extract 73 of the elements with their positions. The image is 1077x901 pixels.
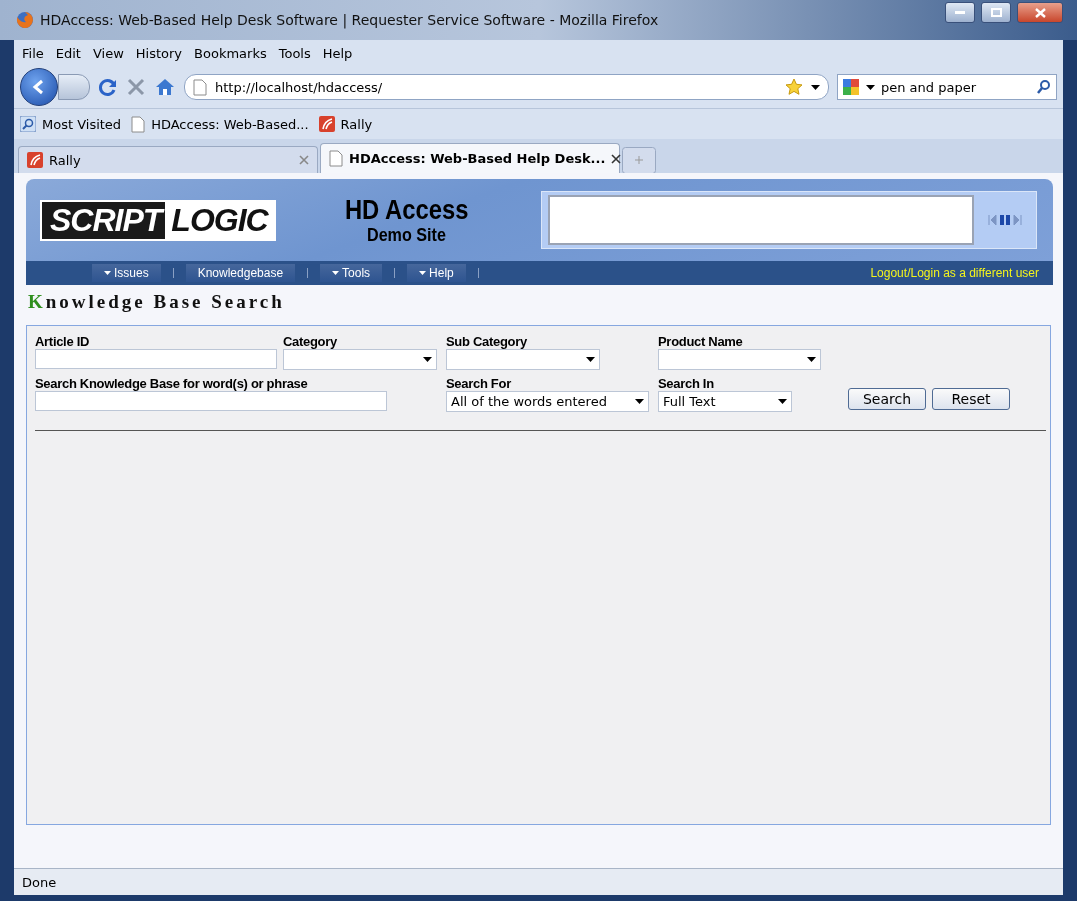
logo: SCRIPT LOGIC <box>42 201 274 239</box>
maximize-icon <box>990 8 1002 17</box>
field-label: Product Name <box>658 334 744 349</box>
close-icon <box>1034 7 1046 18</box>
page-heading: Knowledge Base Search <box>28 291 286 313</box>
nav-menu-button[interactable]: Help <box>407 264 466 282</box>
text-field[interactable] <box>35 391 387 411</box>
rally-icon <box>318 116 335 132</box>
search-icon[interactable] <box>1036 79 1052 95</box>
form-button[interactable]: Reset <box>932 388 1010 410</box>
text-field[interactable] <box>35 349 277 369</box>
maximize-button[interactable] <box>981 2 1011 23</box>
player-controls-icon[interactable] <box>988 214 1022 226</box>
field-label: Search Knowledge Base for word(s) or phrase <box>35 376 309 391</box>
star-icon[interactable] <box>785 78 803 96</box>
close-button[interactable] <box>1017 2 1063 23</box>
caret-icon <box>423 357 432 362</box>
caret-icon <box>778 399 787 404</box>
site-title: HD Access <box>344 195 469 225</box>
firefox-icon <box>16 11 34 29</box>
menu-item[interactable]: History <box>135 45 183 61</box>
form-button[interactable]: Search <box>848 388 926 410</box>
select-field[interactable]: All of the words entered <box>446 391 649 412</box>
google-icon <box>842 78 860 96</box>
select-field[interactable] <box>658 349 821 370</box>
bookmark-item[interactable]: HDAccess: Web-Based... <box>131 115 309 133</box>
site-subtitle: Demo Site <box>366 225 446 245</box>
back-button[interactable] <box>20 68 58 106</box>
menu-item[interactable]: Help <box>322 45 353 61</box>
field-label: Search For <box>446 376 512 391</box>
menu-item[interactable]: File <box>22 45 44 61</box>
menu-item[interactable]: Tools <box>278 45 311 61</box>
menu-item[interactable]: Bookmarks <box>194 45 267 61</box>
caret-icon <box>807 357 816 362</box>
caret-icon <box>866 84 875 90</box>
page-icon <box>131 115 146 133</box>
stop-icon[interactable] <box>126 77 146 97</box>
rally-icon <box>27 152 43 168</box>
browser-tab[interactable]: HDAccess: Web-Based Help Desk... <box>320 143 620 173</box>
field-label: Sub Category <box>446 334 528 349</box>
caret-icon <box>586 357 595 362</box>
menu-item[interactable]: Edit <box>55 45 81 61</box>
browser-tab[interactable]: Rally <box>18 146 318 173</box>
address-bar[interactable]: http://localhost/hdaccess/ <box>184 74 829 100</box>
minimize-button[interactable] <box>945 2 975 23</box>
field-label: Category <box>283 334 338 349</box>
select-field[interactable] <box>446 349 600 370</box>
page-icon <box>193 78 207 96</box>
logout-link[interactable]: Logout/Login as a different user <box>870 266 1039 280</box>
minimize-icon <box>955 11 965 14</box>
caret-icon <box>104 271 111 275</box>
caret-icon <box>811 84 820 90</box>
select-field[interactable] <box>283 349 437 370</box>
bookmark-item[interactable]: Most Visited <box>20 116 122 132</box>
caret-icon <box>419 271 427 275</box>
nav-menu-button[interactable]: Knowledgebase <box>185 264 296 282</box>
search-icon <box>20 116 36 132</box>
status-text: Done <box>22 874 57 890</box>
window-title: HDAccess: Web-Based Help Desk Software | Requester Service Software - Mozilla Firefox <box>40 12 660 28</box>
caret-icon <box>332 271 340 275</box>
menu-item[interactable]: View <box>92 45 124 61</box>
field-label: Article ID <box>35 334 91 349</box>
page-icon <box>329 150 343 167</box>
bookmark-item[interactable]: Rally <box>318 116 373 132</box>
nav-menu-button[interactable]: Tools <box>320 264 383 282</box>
reload-icon[interactable] <box>98 77 118 97</box>
field-label: Search In <box>658 376 715 391</box>
select-field[interactable]: Full Text <box>658 391 792 412</box>
caret-icon <box>635 399 644 404</box>
nav-menu-button[interactable]: Issues <box>92 264 161 282</box>
search-field[interactable]: pen and paper <box>837 74 1057 100</box>
close-icon[interactable] <box>611 153 622 164</box>
home-icon[interactable] <box>154 77 176 97</box>
